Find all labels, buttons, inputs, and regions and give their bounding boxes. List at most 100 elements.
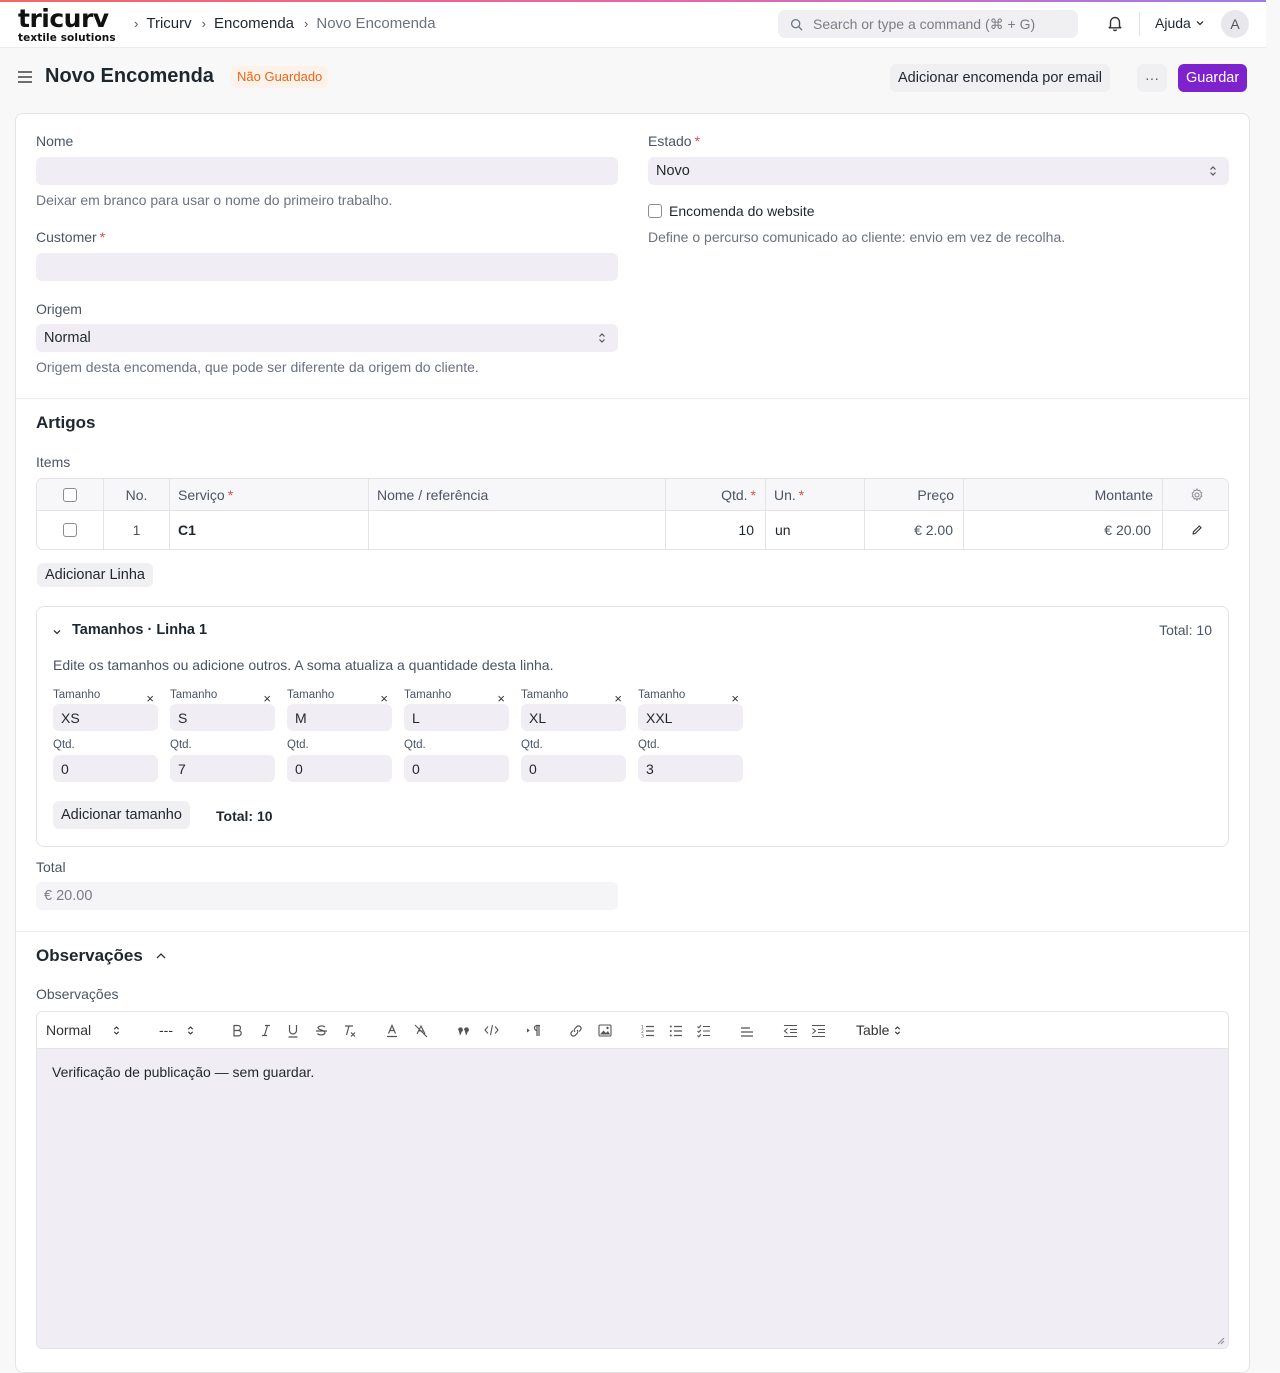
size-input[interactable]: XXL xyxy=(638,704,743,731)
row-qtd[interactable]: 10 xyxy=(666,511,766,549)
chevron-right-icon: › xyxy=(134,16,139,31)
qty-label: Qtd. xyxy=(53,739,75,751)
size-input[interactable]: S xyxy=(170,704,275,731)
sizes-panel-title[interactable]: Tamanhos · Linha 1 xyxy=(72,622,207,638)
select-caret-icon xyxy=(895,1025,901,1035)
column-header-qtd: Qtd. * xyxy=(666,479,766,510)
page-header: Novo Encomenda Não Guardado Adicionar en… xyxy=(0,48,1266,108)
estado-select[interactable]: Novo xyxy=(648,157,1229,185)
blockquote-icon[interactable] xyxy=(457,1024,470,1036)
more-actions-button[interactable]: ··· xyxy=(1137,64,1167,92)
observacoes-section-header[interactable]: Observações xyxy=(36,946,167,966)
code-icon[interactable] xyxy=(484,1024,499,1036)
search-input[interactable] xyxy=(813,16,1063,32)
underline-icon[interactable] xyxy=(287,1024,299,1038)
qty-input[interactable]: 0 xyxy=(287,755,392,782)
size-input[interactable]: XL xyxy=(521,704,626,731)
add-order-by-email-button[interactable]: Adicionar encomenda por email xyxy=(890,64,1110,92)
chevron-down-icon xyxy=(1196,21,1204,26)
paragraph-style-select[interactable]: Normal xyxy=(46,1022,120,1038)
link-icon[interactable] xyxy=(569,1024,583,1038)
table-row[interactable]: 1 C1 10 un € 2.00 € 20.00 xyxy=(37,511,1228,549)
column-header-servico: Serviço * xyxy=(170,479,369,510)
website-checkbox-row[interactable]: Encomenda do website xyxy=(648,203,815,219)
chevron-down-icon[interactable] xyxy=(52,627,62,637)
breadcrumb-item-encomenda[interactable]: Encomenda xyxy=(214,15,294,32)
save-button[interactable]: Guardar xyxy=(1178,64,1248,92)
sizes-panel: Tamanhos · Linha 1 Total: 10 Edite os ta… xyxy=(36,606,1229,847)
breadcrumb: › Tricurv › Encomenda › Novo Encomenda xyxy=(134,15,446,32)
customer-input[interactable] xyxy=(36,253,618,281)
nome-help: Deixar em branco para usar o nome do pri… xyxy=(36,192,393,208)
row-no: 1 xyxy=(104,511,170,549)
editor-content[interactable]: Verificação de publicação — sem guardar. xyxy=(37,1049,1228,1348)
text-direction-icon[interactable] xyxy=(526,1024,541,1037)
qty-input[interactable]: 0 xyxy=(521,755,626,782)
add-size-button[interactable]: Adicionar tamanho xyxy=(53,801,190,829)
qty-input[interactable]: 0 xyxy=(404,755,509,782)
total-label: Total xyxy=(36,859,66,875)
size-input[interactable]: M xyxy=(287,704,392,731)
ordered-list-icon[interactable]: 123 xyxy=(641,1024,655,1038)
strikethrough-icon[interactable] xyxy=(315,1024,328,1038)
italic-icon[interactable] xyxy=(260,1024,272,1037)
background-color-icon[interactable] xyxy=(414,1024,428,1038)
bullet-list-icon[interactable] xyxy=(669,1024,683,1038)
gear-icon[interactable] xyxy=(1190,487,1204,502)
hamburger-menu-icon[interactable] xyxy=(18,70,32,87)
qty-input[interactable]: 3 xyxy=(638,755,743,782)
website-checkbox-label: Encomenda do website xyxy=(669,203,815,219)
bell-icon[interactable] xyxy=(1106,14,1124,35)
row-servico[interactable]: C1 xyxy=(170,511,369,549)
text-color-icon[interactable] xyxy=(386,1024,398,1038)
search-bar[interactable] xyxy=(778,10,1078,38)
indent-icon[interactable] xyxy=(811,1024,826,1038)
size-input[interactable]: L xyxy=(404,704,509,731)
image-icon[interactable] xyxy=(598,1024,612,1037)
column-header-nome: Nome / referência xyxy=(369,479,666,510)
size-entry: Tamanho × S Qtd. 7 xyxy=(170,689,275,783)
clear-format-icon[interactable] xyxy=(343,1024,357,1038)
chevron-right-icon: › xyxy=(304,16,309,31)
estado-value: Novo xyxy=(656,163,690,179)
chevron-up-icon[interactable] xyxy=(155,951,167,961)
edit-pencil-icon[interactable] xyxy=(1191,524,1203,536)
resize-handle-icon[interactable] xyxy=(1216,1336,1225,1345)
align-left-icon[interactable] xyxy=(740,1024,754,1038)
row-un[interactable]: un xyxy=(766,511,865,549)
artigos-section-title: Artigos xyxy=(36,413,96,432)
row-edit-cell xyxy=(1163,511,1228,549)
size-entry: Tamanho × M Qtd. 0 xyxy=(287,689,392,783)
website-checkbox[interactable] xyxy=(648,204,662,218)
table-menu[interactable]: Table xyxy=(856,1022,901,1038)
row-checkbox[interactable] xyxy=(63,523,77,537)
editor-toolbar: Normal --- 123 Table xyxy=(37,1012,1228,1049)
outdent-icon[interactable] xyxy=(783,1024,798,1038)
page-title: Novo Encomenda xyxy=(45,65,214,87)
brand-logo[interactable]: tricurv textile solutions xyxy=(18,6,120,45)
nome-input[interactable] xyxy=(36,157,618,185)
checklist-icon[interactable] xyxy=(697,1024,711,1038)
size-label: Tamanho xyxy=(521,689,569,701)
total-field: € 20.00 xyxy=(36,882,618,910)
row-select-cell xyxy=(37,511,104,549)
avatar[interactable]: A xyxy=(1221,10,1249,38)
qty-input[interactable]: 0 xyxy=(53,755,158,782)
bold-icon[interactable] xyxy=(231,1024,243,1037)
column-header-no: No. xyxy=(104,479,170,510)
size-entry: Tamanho × L Qtd. 0 xyxy=(404,689,509,783)
select-caret-icon xyxy=(187,1025,194,1035)
help-dropdown[interactable]: Ajuda xyxy=(1155,15,1205,31)
row-preco[interactable]: € 2.00 xyxy=(865,511,964,549)
select-all-checkbox[interactable] xyxy=(63,487,77,502)
add-row-button[interactable]: Adicionar Linha xyxy=(37,563,153,587)
font-size-select[interactable]: --- xyxy=(159,1022,194,1038)
breadcrumb-item-tricurv[interactable]: Tricurv xyxy=(146,15,191,32)
row-nome[interactable] xyxy=(369,511,666,549)
origem-select[interactable]: Normal xyxy=(36,324,618,352)
size-input[interactable]: XS xyxy=(53,704,158,731)
qty-input[interactable]: 7 xyxy=(170,755,275,782)
qty-label: Qtd. xyxy=(404,739,426,751)
customer-label: Customer * xyxy=(36,229,106,245)
rich-text-editor: Normal --- 123 Table Verificação de publ… xyxy=(36,1011,1229,1349)
